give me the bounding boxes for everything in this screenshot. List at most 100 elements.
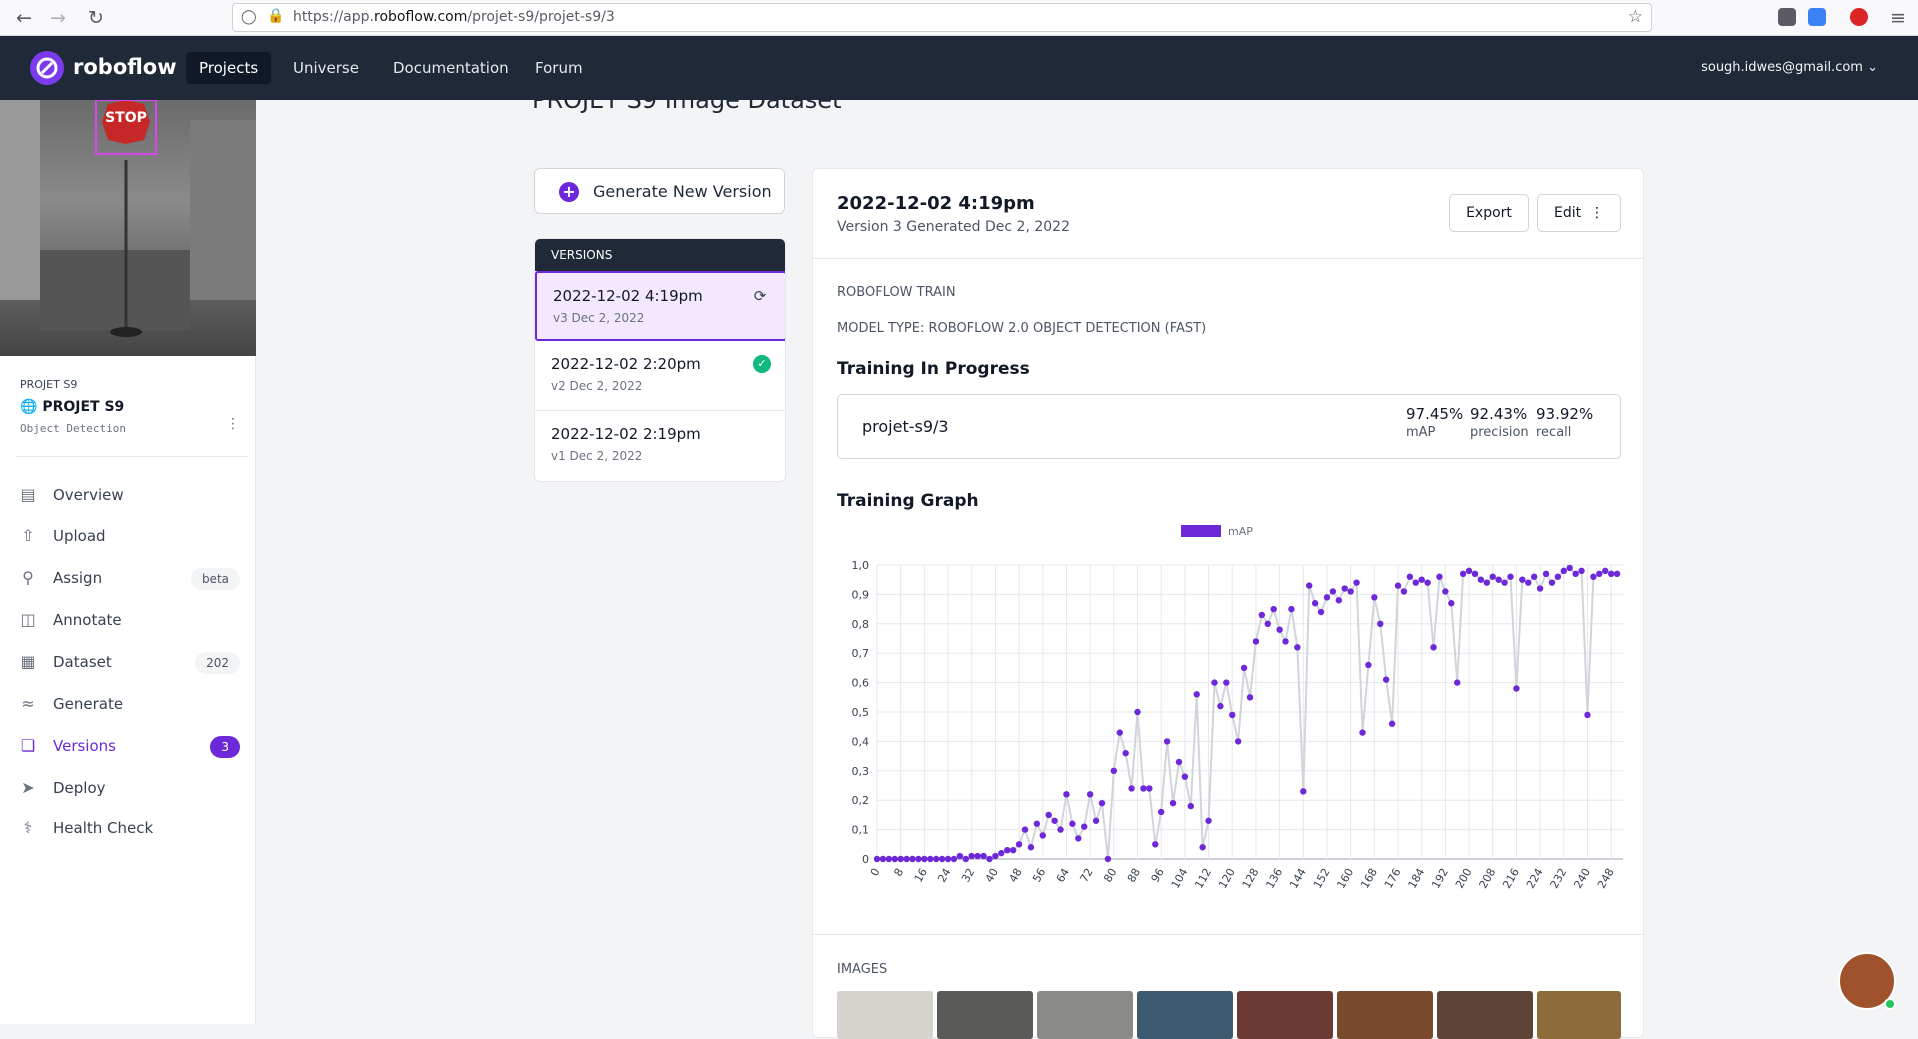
data-point [1359,729,1366,736]
image-thumbnail[interactable] [1337,991,1433,1039]
pocket-icon[interactable] [1778,8,1796,26]
browser-toolbar: ← → ↻ ◯ 🔒 https://app.roboflow.com/proje… [0,0,1918,36]
sidebar-item-health-check[interactable]: ⚕ Health Check [0,810,256,846]
sidebar-item-dataset[interactable]: ▦ Dataset 202 [0,644,256,680]
data-point [1501,579,1508,586]
url-bar[interactable]: ◯ 🔒 https://app.roboflow.com/projet-s9/p… [232,3,1652,32]
data-point [1140,785,1147,792]
image-thumbnail[interactable] [937,991,1033,1039]
sidebar-item-upload[interactable]: ⇧ Upload [0,518,256,554]
data-point [1335,597,1343,604]
data-point [1371,594,1378,601]
bookmark-star-icon[interactable]: ☆ [1628,7,1643,27]
data-point [1051,817,1058,824]
data-point [1104,855,1112,863]
nav-documentation[interactable]: Documentation [380,52,522,84]
x-tick-label: 104 [1169,866,1191,889]
data-point [1098,799,1106,807]
sidebar-item-versions[interactable]: ❏ Versions 3 [0,728,256,764]
data-point [1442,588,1449,595]
nav-universe[interactable]: Universe [280,52,372,84]
shield-icon[interactable]: ◯ [241,9,257,25]
brand-name[interactable]: roboflow [73,55,177,79]
y-tick-label: 1,0 [852,559,870,572]
generate-new-version-button[interactable]: + Generate New Version [534,168,785,214]
version-item-v3[interactable]: 2022-12-02 4:19pm v3 Dec 2, 2022 ⟳ [535,271,785,341]
x-tick-label: 96 [1149,866,1167,885]
x-tick-label: 144 [1287,866,1309,889]
image-thumbnail[interactable] [1237,991,1333,1039]
model-type: MODEL TYPE: ROBOFLOW 2.0 OBJECT DETECTIO… [837,321,1207,336]
data-point [1584,711,1591,719]
data-point [1525,579,1532,586]
reload-icon[interactable]: ↻ [84,6,108,30]
sidebar-item-assign[interactable]: ⚲ Assign beta [0,560,256,596]
image-thumbnail[interactable] [1537,991,1621,1039]
data-point [1430,644,1437,651]
nav-projects[interactable]: Projects [186,52,272,84]
globe-icon: 🌐 [20,399,38,415]
model-metrics-card[interactable]: projet-s9/3 97.45% mAP 92.43% precision 93… [837,394,1621,459]
x-tick-label: 168 [1358,866,1380,889]
image-thumbnail[interactable] [1437,991,1533,1039]
legend-swatch [1181,525,1221,537]
version-item-v1[interactable]: 2022-12-02 2:19pm v1 Dec 2, 2022 [535,411,785,481]
nav-forum[interactable]: Forum [522,52,596,84]
x-tick-label: 48 [1006,866,1024,885]
data-point [897,855,904,863]
project-name[interactable]: 🌐 PROJET S9 [20,399,124,415]
project-options-icon[interactable]: ⋮ [226,416,240,432]
data-point [1246,694,1254,701]
sidebar-divider [16,456,248,457]
training-graph[interactable]: mAP00,10,20,30,40,50,60,70,80,91,00 8 16 24… [823,519,1635,889]
y-tick-label: 0,4 [852,735,870,748]
sidebar-item-deploy[interactable]: ➤ Deploy [0,770,256,806]
data-point [1306,582,1313,589]
data-point [992,852,999,860]
lock-icon[interactable]: 🔒 [267,8,284,24]
sidebar-item-overview[interactable]: ▤ Overview [0,477,256,513]
data-point [1448,600,1455,607]
adblock-icon[interactable] [1850,8,1868,26]
export-button[interactable]: Export [1449,194,1529,232]
data-point [1270,605,1277,613]
account-menu[interactable]: sough.idwes@gmail.com ⌄ [1701,60,1878,75]
image-thumbnail[interactable] [1137,991,1233,1039]
x-tick-label: 248 [1595,866,1617,889]
data-point [1530,573,1538,580]
data-point [927,855,934,863]
data-point [1536,585,1544,592]
version-subtitle: v3 Dec 2, 2022 [553,311,645,325]
x-tick-label: 176 [1382,866,1404,889]
edit-label: Edit [1553,205,1582,221]
edit-button[interactable]: Edit ⋮ [1537,194,1621,232]
data-point [1341,585,1348,592]
data-point [1116,729,1123,736]
data-point [909,855,916,863]
data-point [885,855,893,863]
roboflow-logo-icon[interactable] [30,51,64,85]
sidebar-item-generate[interactable]: ≈ Generate [0,686,256,722]
data-point [1282,638,1289,645]
data-point [1110,767,1118,774]
project-thumbnail[interactable]: STOP [0,100,256,356]
data-point [1223,679,1230,686]
image-thumbnail[interactable] [1037,991,1133,1039]
back-icon[interactable]: ← [12,6,36,30]
data-point [1477,576,1485,583]
forward-icon[interactable]: → [46,6,70,30]
sidebar-item-annotate[interactable]: ◫ Annotate [0,602,256,638]
data-point [1418,576,1425,583]
sidebar-item-label: Annotate [53,611,122,629]
data-point [891,855,898,863]
version-item-v2[interactable]: 2022-12-02 2:20pm v2 Dec 2, 2022 ✓ [535,341,785,411]
metric-value: 97.45% [1406,405,1464,423]
version-title: 2022-12-02 2:20pm [551,355,701,373]
data-point [1406,573,1414,580]
data-point [1258,611,1266,619]
menu-icon[interactable]: ≡ [1886,6,1910,30]
image-thumbnail[interactable] [837,991,933,1039]
overview-icon: ▤ [20,485,36,504]
translate-icon[interactable] [1808,8,1826,26]
x-tick-label: 16 [912,866,930,885]
